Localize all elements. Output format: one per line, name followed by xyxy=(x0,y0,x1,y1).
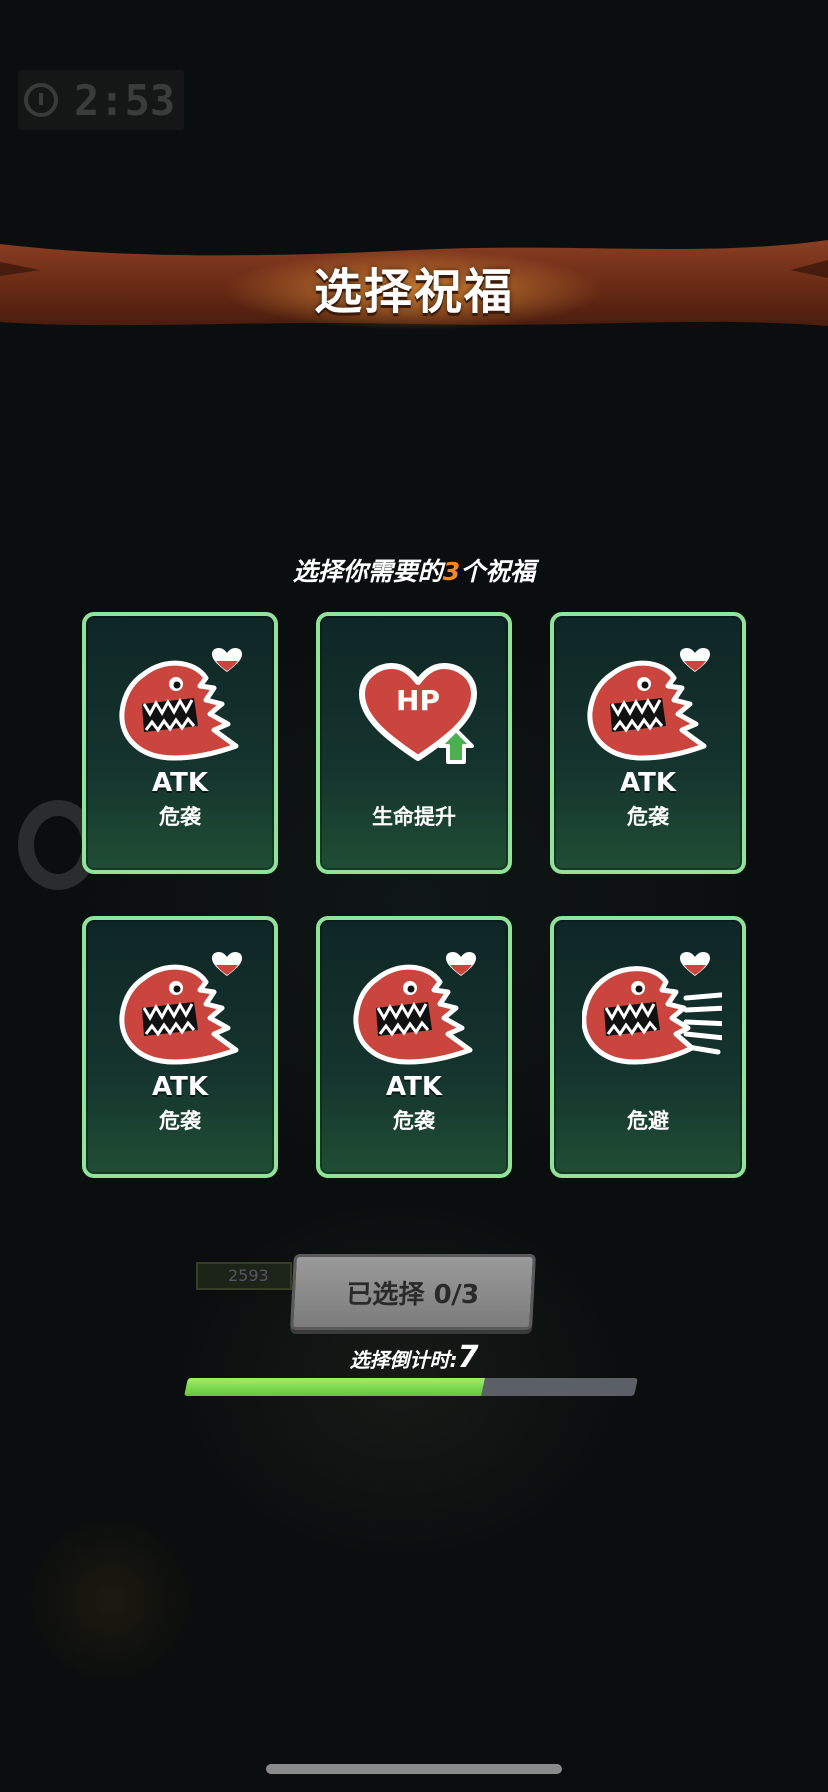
card-name: 生命提升 xyxy=(372,805,456,829)
countdown-label: 选择倒计时: xyxy=(349,1348,458,1372)
card-atk-label: ATK xyxy=(152,768,208,798)
selection-countdown: 选择倒计时:7 xyxy=(0,1340,828,1375)
heart-badge-icon xyxy=(678,950,712,978)
countdown-progress-fill xyxy=(184,1378,485,1396)
blessing-card[interactable]: 危避 xyxy=(550,916,746,1178)
card-name: 危袭 xyxy=(159,805,201,829)
clock-icon xyxy=(24,83,58,117)
heart-badge-icon xyxy=(444,950,478,978)
heart-badge-icon xyxy=(210,950,244,978)
countdown-value: 7 xyxy=(457,1340,479,1375)
blessing-card[interactable]: ATK 危袭 xyxy=(82,612,278,874)
hp-heart-up-icon: HP xyxy=(348,654,488,774)
card-name: 危袭 xyxy=(159,1109,201,1133)
svg-text:HP: HP xyxy=(396,684,440,717)
match-timer: 2:53 xyxy=(18,70,184,130)
home-indicator[interactable] xyxy=(266,1764,562,1774)
selected-count-button[interactable]: 已选择 0/3 xyxy=(290,1254,536,1330)
card-atk-label: ATK xyxy=(152,1072,208,1102)
prompt-suffix: 个祝福 xyxy=(460,557,536,586)
blessing-grid: ATK 危袭 HP 生命提升 ATK 危袭 ATK 危袭 ATK 危袭 危避 xyxy=(82,612,748,1178)
countdown-progress-bar xyxy=(184,1378,638,1396)
heart-badge-icon xyxy=(210,646,244,674)
blessing-card[interactable]: ATK 危袭 xyxy=(82,916,278,1178)
card-atk-label: ATK xyxy=(386,1072,442,1102)
page-title: 选择祝福 xyxy=(313,264,514,320)
heart-badge-icon xyxy=(678,646,712,674)
selection-prompt: 选择你需要的3个祝福 xyxy=(0,552,828,588)
timer-value: 2:53 xyxy=(74,75,176,125)
prompt-prefix: 选择你需要的 xyxy=(292,557,443,586)
title-banner: 选择祝福 xyxy=(0,240,828,330)
card-name: 危袭 xyxy=(627,805,669,829)
hp-mini-bar: 2593 xyxy=(196,1262,292,1290)
card-name: 危避 xyxy=(627,1109,669,1133)
card-atk-label: ATK xyxy=(620,768,676,798)
blessing-card[interactable]: ATK 危袭 xyxy=(550,612,746,874)
prompt-count: 3 xyxy=(442,557,461,586)
blessing-card[interactable]: HP 生命提升 xyxy=(316,612,512,874)
card-name: 危袭 xyxy=(393,1109,435,1133)
blessing-card[interactable]: ATK 危袭 xyxy=(316,916,512,1178)
